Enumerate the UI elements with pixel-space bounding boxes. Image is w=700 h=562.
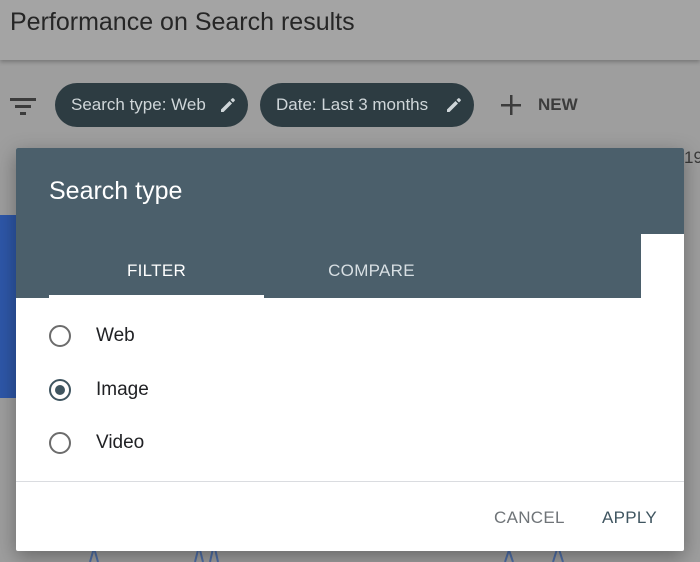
option-image-label: Image: [96, 379, 149, 400]
option-web-label: Web: [96, 325, 135, 346]
plus-icon: [498, 92, 524, 118]
option-image[interactable]: Image: [49, 370, 149, 410]
tab-filter[interactable]: FILTER: [49, 243, 264, 298]
cancel-button[interactable]: CANCEL: [494, 500, 565, 536]
apply-button[interactable]: APPLY: [602, 500, 657, 536]
filter-bar: Search type: Web Date: Last 3 months NEW: [0, 80, 700, 130]
filter-chip-label: Search type: Web: [71, 95, 206, 114]
pencil-icon[interactable]: [444, 95, 464, 115]
pencil-icon[interactable]: [218, 95, 238, 115]
dialog-title: Search type: [49, 177, 183, 205]
option-web[interactable]: Web: [49, 316, 135, 356]
dialog-divider: [16, 481, 684, 482]
radio-web[interactable]: [49, 325, 71, 347]
tab-filter-label: FILTER: [126, 260, 187, 280]
page-header: Performance on Search results: [0, 0, 700, 60]
filter-chip-date[interactable]: Date: Last 3 months: [260, 83, 474, 127]
radio-video[interactable]: [49, 432, 71, 454]
page-title: Performance on Search results: [10, 8, 355, 36]
filter-chip-label: Date: Last 3 months: [276, 95, 429, 114]
chart-card-edge: [0, 215, 16, 398]
option-video[interactable]: Video: [49, 423, 144, 463]
filter-chip-search-type[interactable]: Search type: Web: [55, 83, 248, 127]
active-tab-indicator: [49, 295, 264, 298]
dialog-header-extension: [641, 148, 684, 234]
filter-icon[interactable]: [10, 96, 36, 116]
tab-compare[interactable]: COMPARE: [264, 243, 479, 298]
new-filter-button[interactable]: NEW: [498, 92, 578, 118]
search-type-dialog: Search type FILTER COMPARE Web Image Vid…: [16, 148, 684, 551]
side-fragment: 19: [684, 148, 700, 167]
radio-image[interactable]: [49, 379, 71, 401]
new-filter-label: NEW: [538, 95, 578, 114]
option-video-label: Video: [96, 432, 145, 453]
tab-compare-label: COMPARE: [328, 260, 415, 280]
